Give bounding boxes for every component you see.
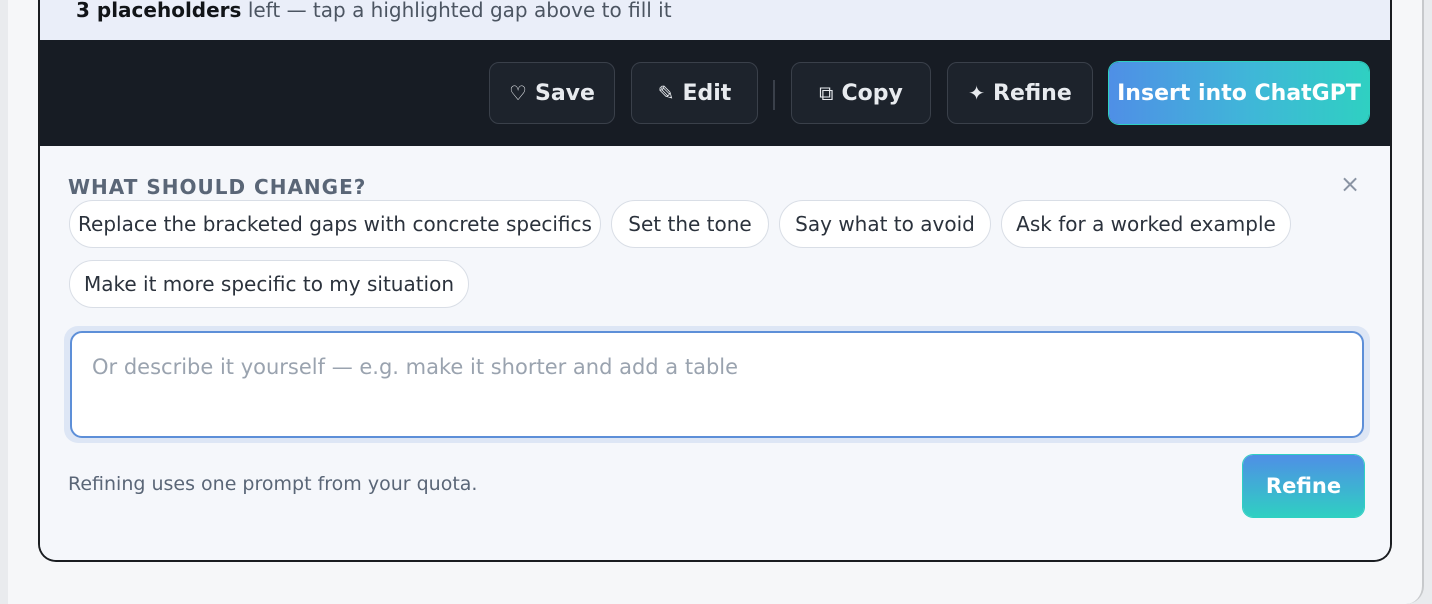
refine-panel: WHAT SHOULD CHANGE? × Replace the bracke… <box>40 146 1390 560</box>
placeholder-status-text: 3 placeholders left — tap a highlighted … <box>76 0 672 22</box>
heart-icon: ♡ <box>509 81 527 105</box>
copy-button-label: Copy <box>841 80 903 106</box>
copy-button[interactable]: ⧉ Copy <box>791 62 931 124</box>
suggestion-chip[interactable]: Replace the bracketed gaps with concrete… <box>69 200 601 248</box>
placeholder-status-bar: 3 placeholders left — tap a highlighted … <box>40 0 1390 40</box>
edit-button-label: Edit <box>682 80 732 106</box>
toolbar-divider <box>773 80 775 110</box>
edit-button[interactable]: ✎ Edit <box>631 62 758 124</box>
refine-toggle-button[interactable]: ✦ Refine <box>947 62 1093 124</box>
save-button-label: Save <box>534 80 595 106</box>
suggestion-chip[interactable]: Set the tone <box>611 200 769 248</box>
refine-toggle-label: Refine <box>993 80 1072 106</box>
action-toolbar: ♡ Save ✎ Edit ⧉ Copy ✦ Refine Insert int… <box>40 40 1390 146</box>
suggestion-chip[interactable]: Make it more specific to my situation <box>69 260 469 308</box>
copy-icon: ⧉ <box>819 81 834 105</box>
placeholder-count: 3 placeholders <box>76 0 242 22</box>
save-button[interactable]: ♡ Save <box>489 62 615 124</box>
prompt-card: 3 placeholders left — tap a highlighted … <box>38 0 1392 562</box>
refine-panel-heading: WHAT SHOULD CHANGE? <box>68 175 367 199</box>
refine-instruction-input[interactable] <box>70 331 1364 438</box>
placeholder-hint: left — tap a highlighted gap above to fi… <box>247 0 672 22</box>
insert-into-chatgpt-button[interactable]: Insert into ChatGPT <box>1109 62 1369 124</box>
refine-input-focus-ring <box>64 326 1370 443</box>
close-icon[interactable]: × <box>1338 172 1362 196</box>
suggestion-chip[interactable]: Ask for a worked example <box>1001 200 1291 248</box>
sparkle-icon: ✦ <box>968 81 985 105</box>
suggestion-chip[interactable]: Say what to avoid <box>779 200 991 248</box>
refine-submit-button[interactable]: Refine <box>1243 455 1364 517</box>
quota-note: Refining uses one prompt from your quota… <box>68 473 478 495</box>
pencil-icon: ✎ <box>657 81 675 105</box>
